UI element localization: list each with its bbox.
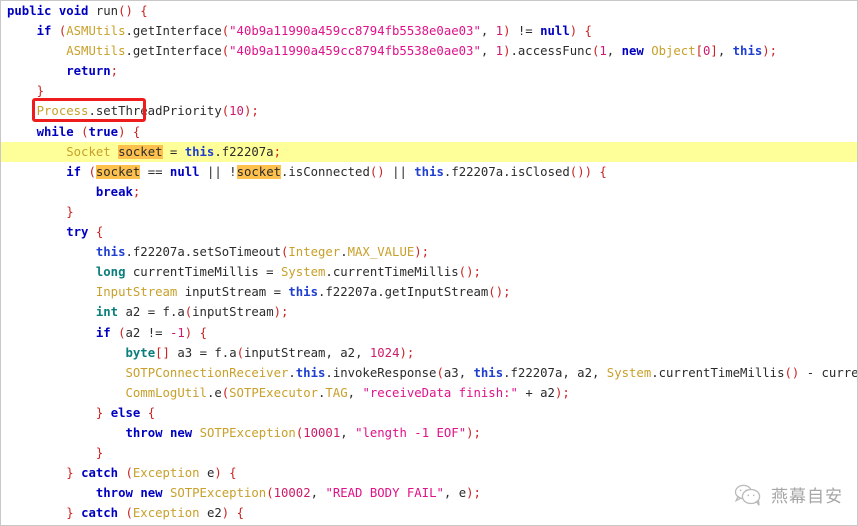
- code-line[interactable]: }: [1, 81, 857, 101]
- code-line[interactable]: Socket socket = this.f22207a;: [1, 141, 857, 162]
- code-line[interactable]: long currentTimeMillis = System.currentT…: [1, 262, 857, 282]
- code-line[interactable]: }: [1, 443, 857, 463]
- code-line[interactable]: Process.setThreadPriority(10);: [1, 101, 857, 121]
- code-line[interactable]: int a2 = f.a(inputStream);: [1, 302, 857, 322]
- code-line[interactable]: CommLogUtil.e(SOTPExecutor.TAG, "receive…: [1, 383, 857, 403]
- code-line[interactable]: try {: [1, 222, 857, 242]
- code-line[interactable]: ASMUtils.getInterface("40b9a11990a459cc8…: [1, 41, 857, 61]
- code-line[interactable]: } catch (Exception e) {: [1, 463, 857, 483]
- code-line[interactable]: public void run() {: [1, 1, 857, 21]
- code-line[interactable]: } catch (Exception e2) {: [1, 503, 857, 523]
- code-line[interactable]: InputStream inputStream = this.f22207a.g…: [1, 282, 857, 302]
- code-line[interactable]: if (socket == null || !socket.isConnecte…: [1, 162, 857, 182]
- code-line[interactable]: byte[] a3 = f.a(inputStream, a2, 1024);: [1, 343, 857, 363]
- code-line[interactable]: SOTPConnectionReceiver.this.invokeRespon…: [1, 363, 858, 383]
- code-line[interactable]: while (true) {: [1, 122, 857, 142]
- code-line[interactable]: break;: [1, 182, 857, 202]
- watermark: 燕幕自安: [734, 482, 843, 507]
- code-line[interactable]: if (a2 != -1) {: [1, 323, 857, 343]
- code-line[interactable]: throw new SOTPException(10002, "READ BOD…: [1, 483, 857, 503]
- wechat-chat-bubble-icon: [734, 483, 764, 507]
- watermark-text: 燕幕自安: [771, 487, 843, 507]
- code-line[interactable]: this.f22207a.setSoTimeout(Integer.MAX_VA…: [1, 242, 857, 262]
- code-line[interactable]: throw new SOTPException(10001, "length -…: [1, 423, 857, 443]
- code-line[interactable]: if (ASMUtils.getInterface("40b9a11990a45…: [1, 21, 857, 41]
- code-screenshot: public void run() { if (ASMUtils.getInte…: [0, 0, 858, 526]
- code-line[interactable]: return;: [1, 61, 857, 81]
- code-line[interactable]: }: [1, 202, 857, 222]
- code-viewer[interactable]: public void run() { if (ASMUtils.getInte…: [1, 1, 858, 525]
- code-line[interactable]: } else {: [1, 403, 857, 423]
